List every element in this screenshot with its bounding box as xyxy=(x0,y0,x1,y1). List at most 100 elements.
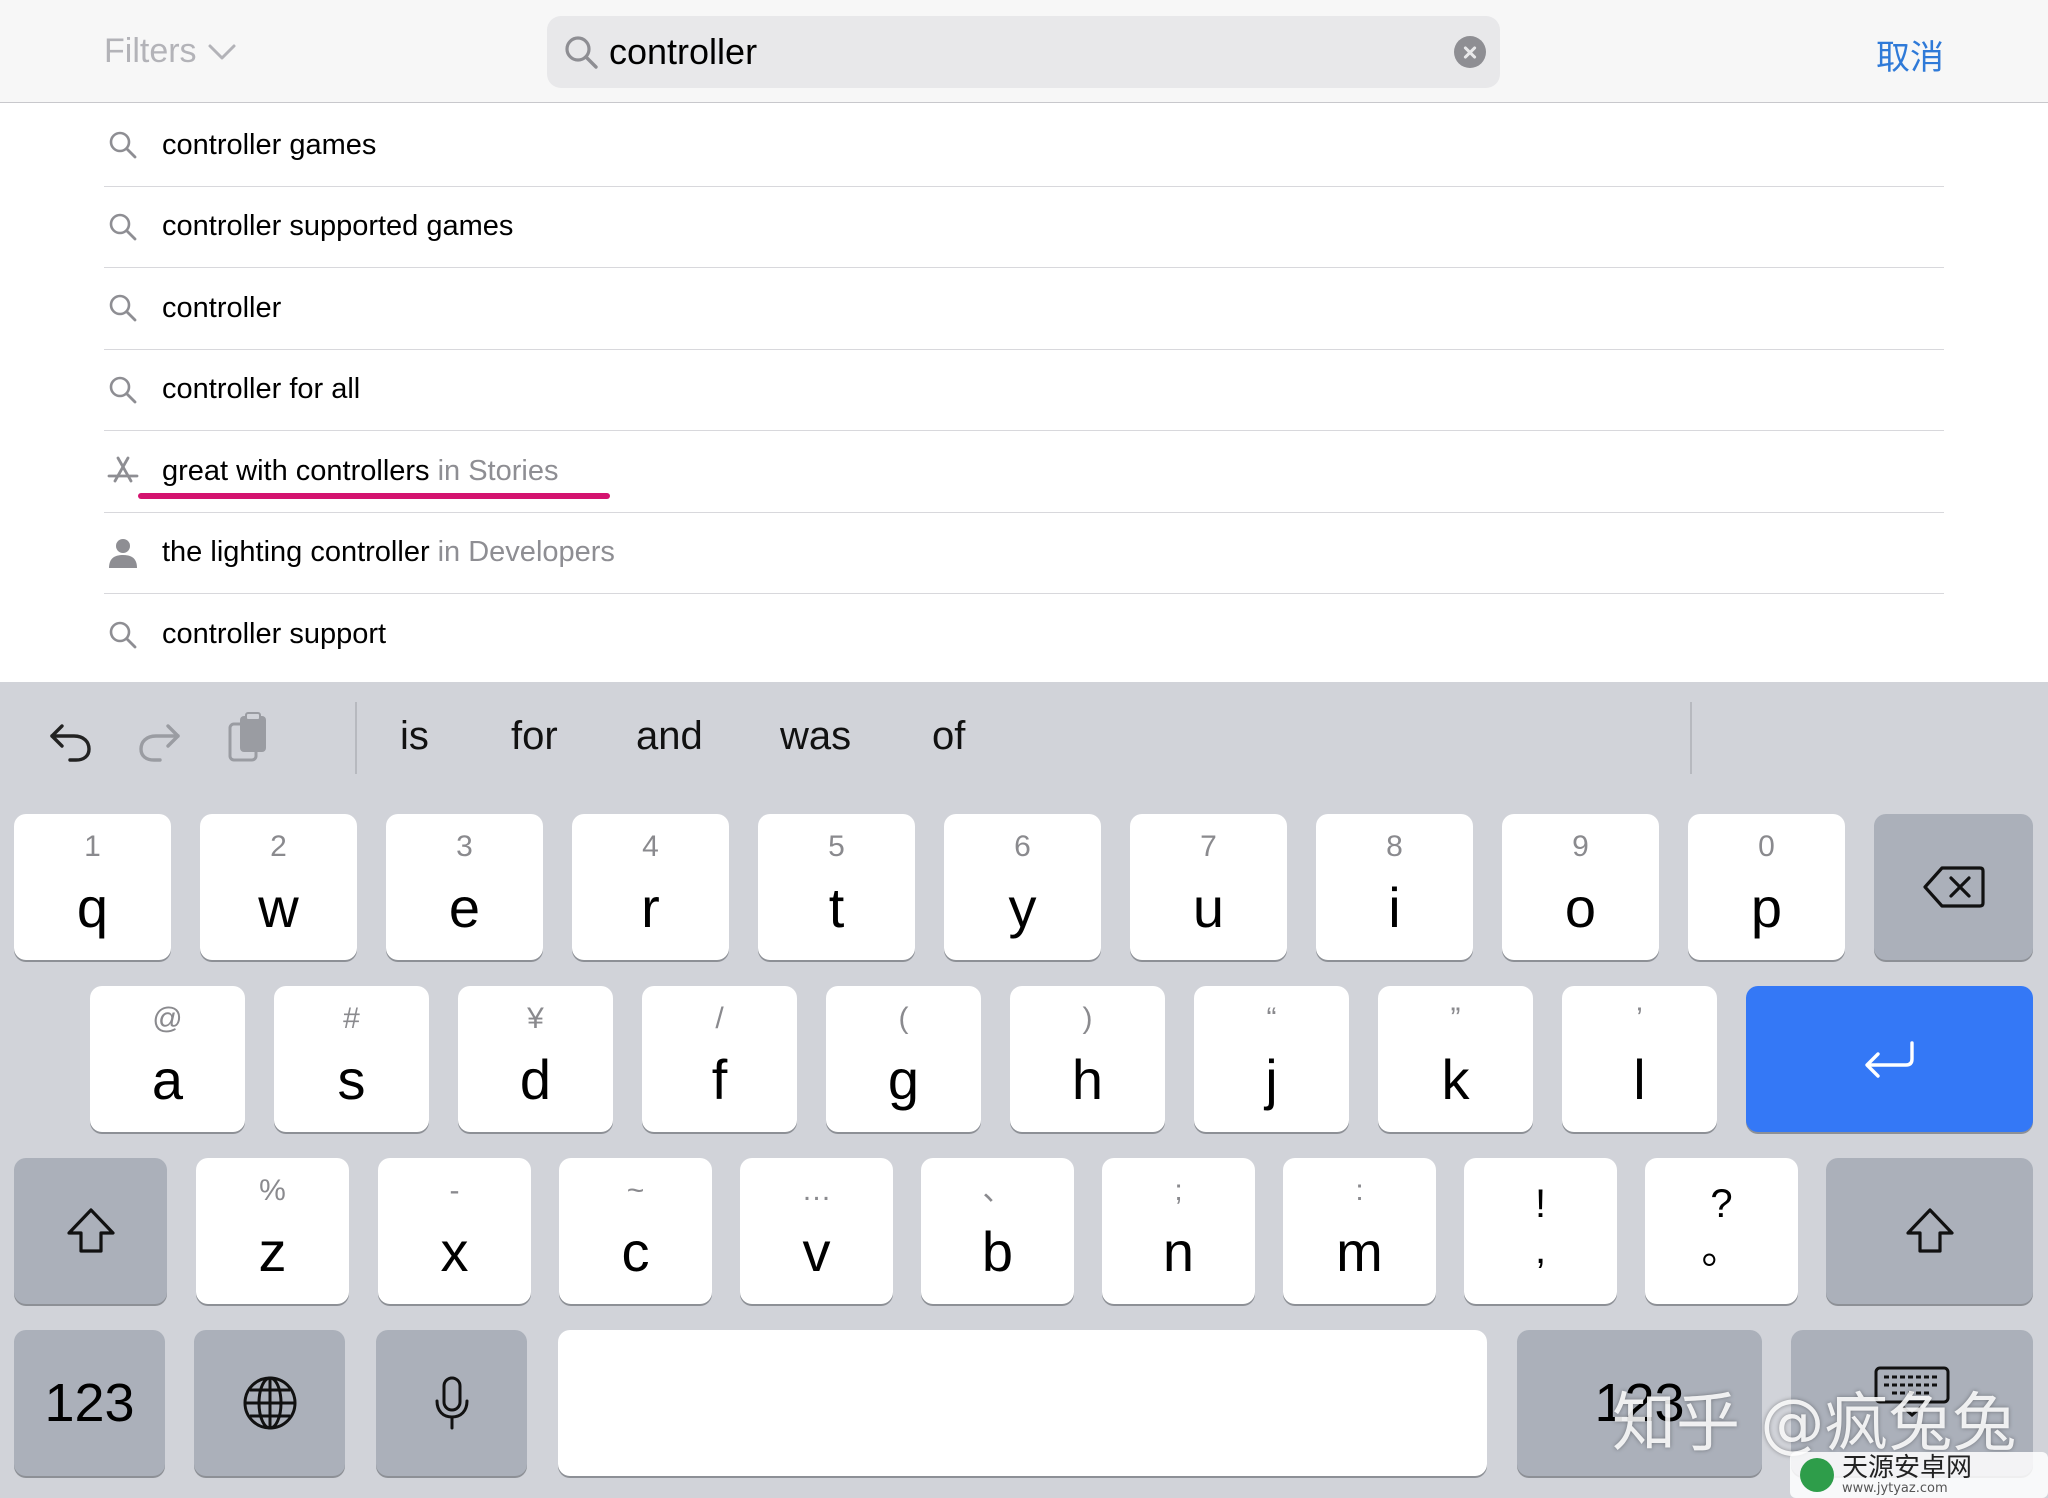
key-alt-label: … xyxy=(801,1174,832,1207)
key-k[interactable]: ” k xyxy=(1378,986,1533,1132)
prediction-item[interactable]: was xyxy=(780,714,851,759)
suggestion-item[interactable]: controller games xyxy=(104,105,1944,187)
microphone-icon xyxy=(435,1376,468,1430)
key-r[interactable]: 4r xyxy=(572,814,729,960)
suggestion-item[interactable]: controller for all xyxy=(104,350,1944,431)
key-exclamation-comma[interactable]: !, xyxy=(1464,1158,1617,1304)
key-alt-label: ~ xyxy=(626,1174,645,1207)
key-i[interactable]: 8i xyxy=(1316,814,1473,960)
key-label: t xyxy=(828,876,845,939)
suggestion-item[interactable]: controller xyxy=(104,268,1944,350)
key-u[interactable]: 7u xyxy=(1130,814,1287,960)
search-header: Filters controller 取消 xyxy=(0,0,2048,103)
key-h[interactable]: ) h xyxy=(1010,986,1165,1132)
suggestion-item[interactable]: the lighting controller in Developers xyxy=(104,513,1944,594)
shift-key-right[interactable] xyxy=(1826,1158,2033,1304)
key-label: w xyxy=(258,876,299,939)
key-alt-label: - xyxy=(449,1174,460,1207)
key-c[interactable]: ~ c xyxy=(559,1158,712,1304)
globe-icon xyxy=(243,1376,296,1430)
search-icon xyxy=(106,618,140,652)
delete-icon xyxy=(1922,866,1985,908)
prediction-item[interactable]: and xyxy=(636,714,703,759)
filters-button[interactable]: Filters xyxy=(104,32,237,71)
key-p[interactable]: 0p xyxy=(1688,814,1845,960)
return-icon xyxy=(1864,1041,1914,1078)
key-x[interactable]: -x xyxy=(378,1158,531,1304)
redo-icon[interactable] xyxy=(134,710,186,766)
suggestion-scope: in Developers xyxy=(437,536,615,569)
key-alt-label: ( xyxy=(898,1002,909,1035)
suggestion-item[interactable]: controller support xyxy=(104,594,1944,676)
key-label: 。 xyxy=(1701,1228,1742,1272)
key-label: d xyxy=(519,1048,552,1111)
space-key[interactable] xyxy=(558,1330,1487,1476)
key-alt-label: ¥ xyxy=(527,1002,544,1035)
paste-icon[interactable] xyxy=(222,710,274,766)
search-icon xyxy=(106,210,140,244)
key-z[interactable]: % z xyxy=(196,1158,349,1304)
chevron-down-icon xyxy=(208,44,236,59)
return-key[interactable] xyxy=(1746,986,2033,1132)
watermark-text: 知乎 @疯兔兔 xyxy=(1612,1387,2017,1461)
undo-icon[interactable] xyxy=(44,710,96,766)
key-a[interactable]: @ a xyxy=(90,986,245,1132)
key-label: x xyxy=(440,1220,469,1283)
key-o[interactable]: 9o xyxy=(1502,814,1659,960)
key-alt-label: # xyxy=(343,1002,360,1035)
key-b[interactable]: 、 b xyxy=(921,1158,1074,1304)
search-icon xyxy=(106,373,140,407)
key-label: f xyxy=(711,1048,728,1111)
suggestion-text: controller games xyxy=(162,128,377,161)
toolbar-divider xyxy=(355,702,357,774)
cancel-button[interactable]: 取消 xyxy=(1876,30,1944,79)
key-label: b xyxy=(981,1220,1014,1283)
key-alt-label: / xyxy=(715,1002,724,1035)
key-alt-label: 2 xyxy=(270,830,287,863)
key-alt-label: ) xyxy=(1082,1002,1093,1035)
search-input[interactable]: controller xyxy=(547,16,1500,88)
search-icon xyxy=(106,128,140,162)
search-icon xyxy=(565,36,598,69)
site-name: 天源安卓网 xyxy=(1842,1452,1973,1483)
key-label: u xyxy=(1192,876,1225,939)
suggestion-text: controller supported games xyxy=(162,210,514,243)
key-m[interactable]: :m xyxy=(1283,1158,1436,1304)
key-label: e xyxy=(448,876,481,939)
key-label: y xyxy=(1008,876,1037,939)
key-w[interactable]: 2w xyxy=(200,814,357,960)
key-alt-label: 0 xyxy=(1758,830,1775,863)
key-f[interactable]: / f xyxy=(642,986,797,1132)
key-l[interactable]: ’ l xyxy=(1562,986,1717,1132)
key-q[interactable]: 1q xyxy=(14,814,171,960)
suggestion-item[interactable]: great with controllers in Stories xyxy=(104,431,1944,513)
suggestion-item[interactable]: controller supported games xyxy=(104,187,1944,268)
key-t[interactable]: 5t xyxy=(758,814,915,960)
numbers-key[interactable]: 123 xyxy=(14,1330,165,1476)
clear-icon[interactable] xyxy=(1454,36,1486,68)
delete-key[interactable] xyxy=(1874,814,2033,960)
prediction-item[interactable]: of xyxy=(932,714,965,759)
dictation-key[interactable] xyxy=(376,1330,527,1476)
key-e[interactable]: 3e xyxy=(386,814,543,960)
key-s[interactable]: # s xyxy=(274,986,429,1132)
globe-key[interactable] xyxy=(194,1330,345,1476)
key-alt-label: 6 xyxy=(1014,830,1031,863)
key-n[interactable]: ; n xyxy=(1102,1158,1255,1304)
suggestion-text: the lighting controller xyxy=(162,536,430,569)
key-label: v xyxy=(802,1220,831,1283)
key-v[interactable]: … v xyxy=(740,1158,893,1304)
prediction-item[interactable]: for xyxy=(511,714,558,759)
shift-key-left[interactable] xyxy=(14,1158,167,1304)
key-alt-label: ; xyxy=(1174,1174,1183,1207)
prediction-item[interactable]: is xyxy=(400,714,429,759)
key-d[interactable]: ¥ d xyxy=(458,986,613,1132)
key-question-period[interactable]: ?。 xyxy=(1645,1158,1798,1304)
highlight-underline xyxy=(138,493,610,499)
key-g[interactable]: (g xyxy=(826,986,981,1132)
suggestion-text: controller for all xyxy=(162,373,361,406)
key-label: j xyxy=(1265,1048,1278,1111)
key-alt-label: 1 xyxy=(84,830,101,863)
key-y[interactable]: 6y xyxy=(944,814,1101,960)
key-j[interactable]: “j xyxy=(1194,986,1349,1132)
